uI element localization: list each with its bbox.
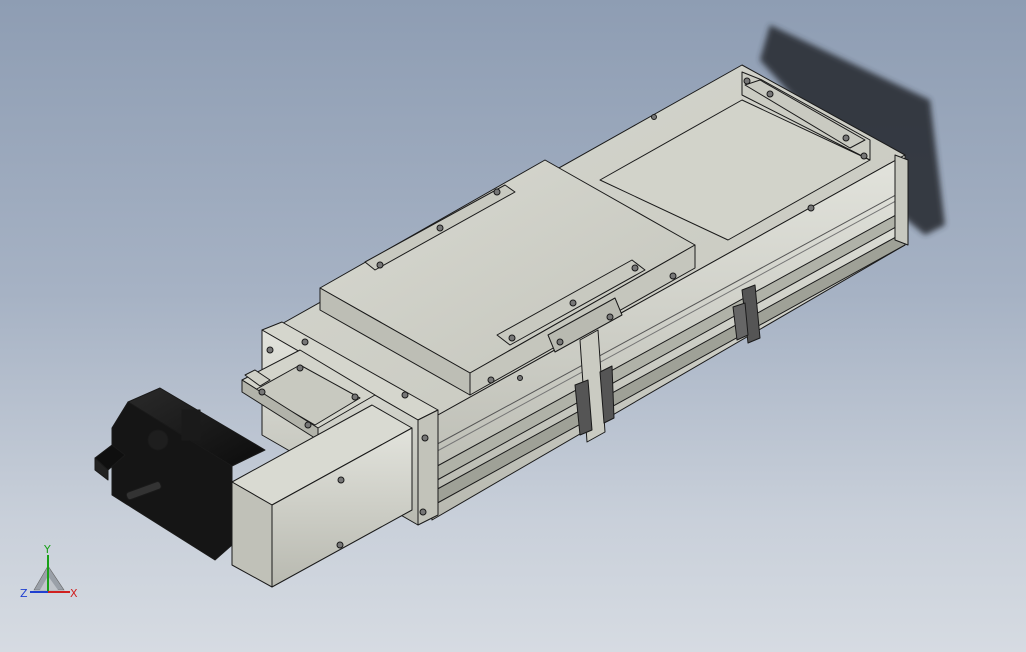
- axis-triad: Y X Z: [20, 543, 78, 600]
- graphics-viewport[interactable]: Y X Z: [0, 0, 1026, 652]
- z-axis-label: Z: [20, 587, 28, 600]
- y-axis-label: Y: [43, 543, 51, 556]
- x-axis-label: X: [70, 587, 78, 600]
